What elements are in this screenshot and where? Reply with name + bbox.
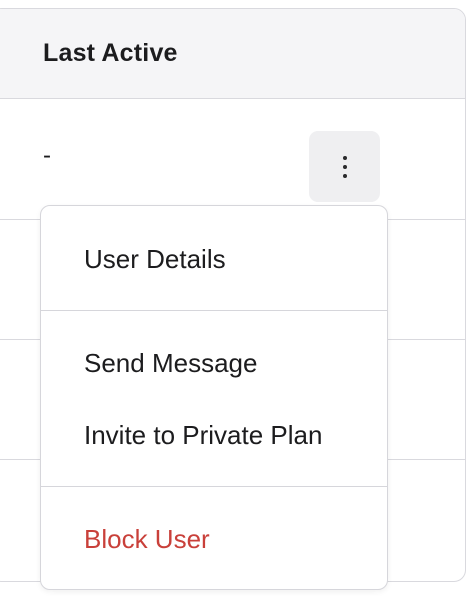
menu-divider xyxy=(41,310,387,311)
row-actions-button[interactable] xyxy=(309,131,380,202)
menu-divider xyxy=(41,486,387,487)
last-active-cell: - xyxy=(43,142,51,169)
more-vertical-icon xyxy=(342,155,347,178)
menu-item-user-details[interactable]: User Details xyxy=(41,244,387,274)
menu-item-block-user[interactable]: Block User xyxy=(41,524,387,554)
menu-item-send-message[interactable]: Send Message xyxy=(41,348,387,378)
row-actions-menu: User Details Send Message Invite to Priv… xyxy=(40,205,388,590)
menu-item-invite-to-private-plan[interactable]: Invite to Private Plan xyxy=(41,420,387,450)
stage: Last Active - User Details Send Message … xyxy=(0,0,474,602)
column-header-last-active: Last Active xyxy=(43,39,178,67)
table-header-row: Last Active xyxy=(0,9,465,99)
